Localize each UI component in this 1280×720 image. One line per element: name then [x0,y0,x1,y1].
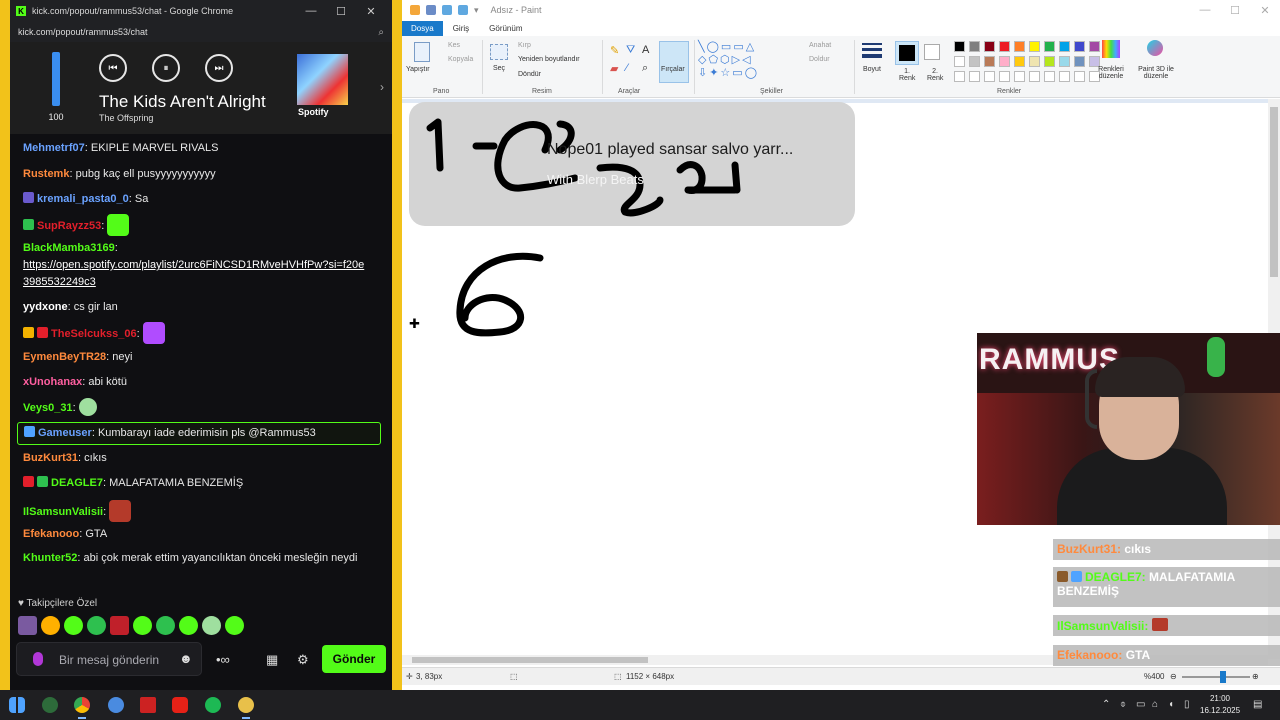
network-icon[interactable]: ⌂ [1152,699,1158,710]
app-icon[interactable] [42,697,58,713]
clock-date: 16.12.2025 [1200,706,1241,715]
battery-icon[interactable]: ▯ [1184,699,1190,710]
display-tray-icon[interactable]: ▭ [1136,699,1145,710]
browser-icon[interactable] [108,697,124,713]
tray-chevron-icon[interactable]: ⌃ [1102,699,1110,710]
drawn-stroke-i [731,161,741,194]
overlay-chat-user: BuzKurt31: [1057,542,1122,556]
spotify-taskbar-icon[interactable] [205,697,221,713]
stream-chat-overlay-line: Efekanooo: GTA [1053,645,1280,666]
overlay-chat-user: IlSamsunValisii: [1057,619,1149,633]
microphone-tray-icon[interactable]: ⌽ [1120,699,1126,710]
webcam-overlay: RAMMUS [977,333,1280,525]
overlay-chat-user: Efekanooo: [1057,648,1123,662]
taskbar-clock[interactable]: 21:00 16.12.2025 [1200,693,1240,717]
youtube-icon[interactable] [172,697,188,713]
drawn-stroke-6 [456,252,544,337]
notification-icon[interactable]: ▤ [1253,699,1262,710]
badge-icon [1057,571,1068,582]
overlay-chat-user: DEAGLE7: [1085,570,1146,584]
chrome-taskbar-icon[interactable] [74,697,90,719]
overlay-chat-text: cıkıs [1124,542,1152,556]
stream-chat-overlay-line: IlSamsunValisii: [1053,615,1280,636]
stream-chat-overlay-line: BuzKurt31: cıkıs [1053,539,1280,560]
paint-taskbar-icon[interactable] [238,697,254,719]
overlay-chat-text: BENZEMİŞ [1057,584,1120,598]
stream-chat-overlay-line: DEAGLE7: MALAFATAMIA BENZEMİŞ [1053,567,1280,607]
windows-taskbar: ⌃ ⌽ ▭ ⌂ ◖ ▯ 21:00 16.12.2025 ▤ [0,690,1280,720]
now-playing-subtext: With Blerp Beats [547,172,644,187]
clock-time: 21:00 [1209,694,1231,703]
headphones-icon [1085,369,1097,429]
voice-app-icon[interactable] [140,697,156,713]
streamer-hair [1095,357,1185,397]
drawn-stroke-e [676,161,739,194]
cactus-neon-icon [1207,337,1225,377]
badge-icon [1071,571,1082,582]
volume-icon[interactable]: ◖ [1168,699,1174,710]
now-playing-text: Nope01 played sansar salvo yarr... [547,141,794,158]
windows-start-icon[interactable] [9,697,25,713]
overlay-chat-text: MALAFATAMIA [1149,570,1236,584]
cursor-crosshair-icon: ✚ [409,316,420,331]
overlay-chat-text: GTA [1125,648,1151,662]
drawn-stroke-1 [426,118,444,172]
emote-icon [1151,618,1168,631]
